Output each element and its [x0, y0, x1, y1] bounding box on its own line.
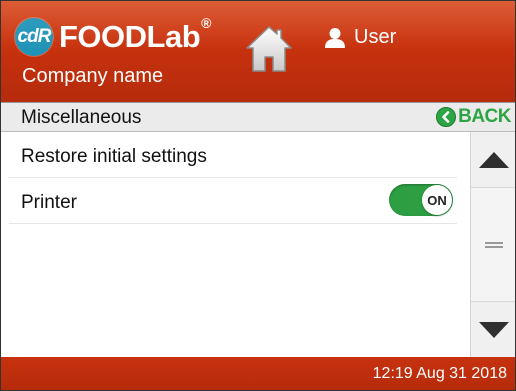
scroll-down-button[interactable]: [471, 301, 515, 357]
registered-mark: ®: [201, 15, 211, 31]
user-icon: [325, 27, 345, 48]
logo-wordmark: FOODLab®: [59, 15, 211, 55]
scroll-up-button[interactable]: [471, 132, 515, 188]
back-label: BACK: [458, 106, 511, 127]
toggle-state-label: ON: [422, 185, 452, 215]
section-title: Miscellaneous: [21, 107, 142, 128]
home-button[interactable]: [244, 24, 294, 74]
user-account[interactable]: User: [324, 26, 396, 49]
logo-text: FOODLab: [59, 19, 201, 54]
back-button[interactable]: BACK: [436, 106, 511, 128]
home-icon: [246, 26, 292, 72]
clock-display: 12:19 Aug 31 2018: [372, 365, 507, 382]
back-arrow-icon: [436, 107, 457, 127]
app-header: cdR FOODLab® Company name User: [1, 1, 515, 102]
list-item-label: Printer: [21, 192, 77, 213]
cdr-logo-badge: cdR: [15, 18, 53, 56]
list-item-printer: Printer ON: [9, 178, 457, 224]
status-bar: 12:19 Aug 31 2018: [1, 357, 515, 390]
user-label: User: [354, 26, 397, 48]
chevron-down-icon: [478, 321, 509, 338]
list-item-restore-initial-settings[interactable]: Restore initial settings: [9, 132, 457, 178]
scrollbar[interactable]: [470, 132, 515, 357]
scroll-thumb[interactable]: [485, 242, 503, 248]
printer-toggle[interactable]: ON: [389, 184, 453, 216]
company-name: Company name: [22, 65, 164, 87]
settings-list: Restore initial settings Printer ON: [1, 132, 469, 357]
chevron-up-icon: [478, 151, 509, 168]
section-bar: Miscellaneous BACK: [1, 102, 515, 132]
foodlab-logo: cdR FOODLab®: [15, 15, 211, 56]
scroll-track[interactable]: [471, 188, 515, 301]
list-item-label: Restore initial settings: [21, 146, 207, 167]
device-screen: cdR FOODLab® Company name User Miscellan…: [0, 0, 516, 391]
